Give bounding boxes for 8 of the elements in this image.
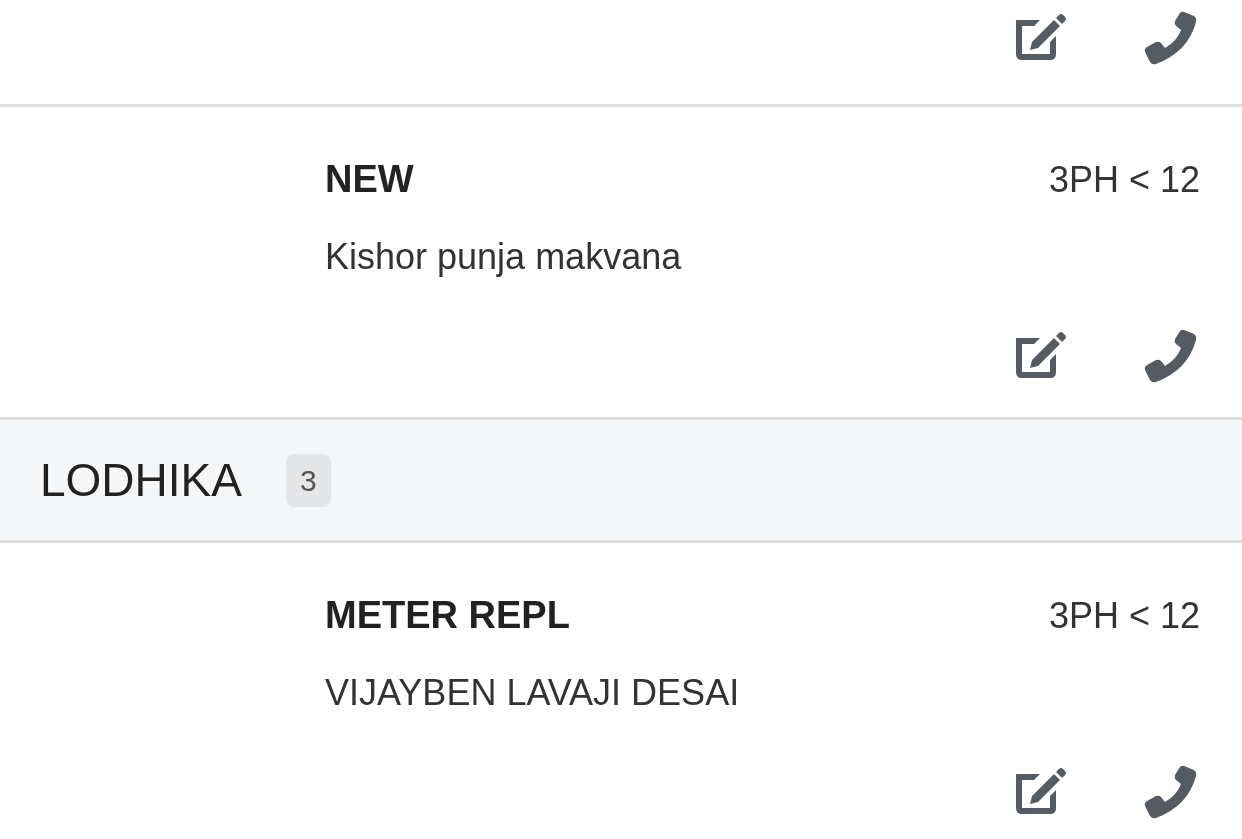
customer-name: VIJAYBEN LAVAJI DESAI bbox=[325, 671, 740, 715]
customer-name: Kishor punja makvana bbox=[325, 235, 682, 279]
item-title: NEW bbox=[325, 157, 414, 202]
phase-label: 3PH < 12 bbox=[1048, 157, 1200, 202]
item-title: METER REPL bbox=[325, 593, 570, 638]
phase-label: 3PH < 12 bbox=[1048, 593, 1200, 638]
count-badge: 3 bbox=[285, 453, 331, 507]
group-title: LODHIKA bbox=[40, 452, 242, 508]
